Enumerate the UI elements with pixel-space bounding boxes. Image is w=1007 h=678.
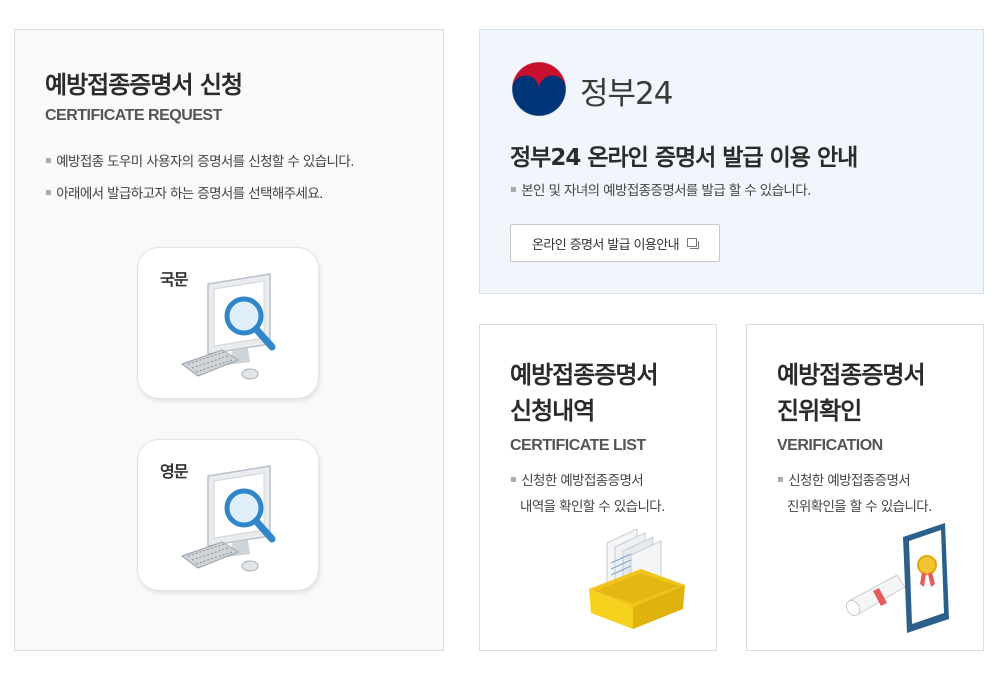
list-subtitle: CERTIFICATE LIST [510, 437, 646, 454]
gov24-emblem-icon [511, 61, 567, 117]
gov24-title: 정부24 온라인 증명서 발급 이용 안내 [510, 145, 858, 171]
computer-search-icon [180, 465, 276, 572]
new-window-icon [686, 238, 699, 249]
online-certificate-guide-button[interactable]: 온라인 증명서 발급 이용안내 [510, 224, 720, 262]
request-bullet-2: ▪ 아래에서 발급하고자 하는 증명서를 선택해주세요. [45, 186, 323, 202]
verify-title-line1: 예방접종증명서 [777, 361, 926, 389]
verify-bullet-line1: 신청한 예방접종증명서 [788, 473, 911, 489]
list-title-line2: 신청내역 [510, 397, 595, 425]
verify-subtitle: VERIFICATION [777, 437, 883, 454]
verify-title-line2: 진위확인 [777, 397, 862, 425]
gov24-logo-text: 정부24 [580, 76, 673, 112]
certificate-list-panel[interactable]: 예방접종증명서 신청내역 CERTIFICATE LIST ▪ 신청한 예방접종증… [479, 324, 717, 651]
list-bullet-line1: 신청한 예방접종증명서 [521, 473, 644, 489]
gov24-guide-panel: 정부24 정부24 온라인 증명서 발급 이용 안내 ▪ 본인 및 자녀의 예방접… [479, 29, 984, 294]
request-title: 예방접종증명서 신청 [45, 71, 243, 99]
request-bullet-2-text: 아래에서 발급하고자 하는 증명서를 선택해주세요. [56, 186, 323, 202]
verify-title: 예방접종증명서 진위확인 [777, 357, 926, 429]
request-bullet-1-text: 예방접종 도우미 사용자의 증명서를 신청할 수 있습니다. [56, 154, 354, 170]
list-title-line1: 예방접종증명서 [510, 361, 659, 389]
document-box-icon [589, 528, 685, 629]
verification-panel[interactable]: 예방접종증명서 진위확인 VERIFICATION ▪ 신청한 예방접종증명서 진… [746, 324, 984, 651]
request-subtitle: CERTIFICATE REQUEST [45, 107, 222, 124]
korean-certificate-button[interactable]: 국문 [137, 247, 319, 399]
english-certificate-button[interactable]: 영문 [137, 439, 319, 591]
request-bullet-1: ▪ 예방접종 도우미 사용자의 증명서를 신청할 수 있습니다. [45, 154, 354, 170]
gov24-bullet-text: 본인 및 자녀의 예방접종증명서를 발급 할 수 있습니다. [521, 183, 811, 199]
guide-button-label: 온라인 증명서 발급 이용안내 [532, 237, 680, 253]
verify-bullet-line2: 진위확인을 할 수 있습니다. [787, 499, 932, 515]
list-bullet: ▪ 신청한 예방접종증명서 내역을 확인할 수 있습니다. [510, 473, 665, 515]
list-title: 예방접종증명서 신청내역 [510, 357, 659, 429]
list-bullet-line2: 내역을 확인할 수 있습니다. [520, 499, 665, 515]
certificate-frame-icon [845, 523, 949, 633]
verify-bullet: ▪ 신청한 예방접종증명서 진위확인을 할 수 있습니다. [777, 473, 932, 515]
certificate-request-panel: 예방접종증명서 신청 CERTIFICATE REQUEST ▪ 예방접종 도우미… [14, 29, 444, 651]
gov24-bullet: ▪ 본인 및 자녀의 예방접종증명서를 발급 할 수 있습니다. [510, 183, 811, 199]
computer-search-icon [180, 273, 276, 380]
